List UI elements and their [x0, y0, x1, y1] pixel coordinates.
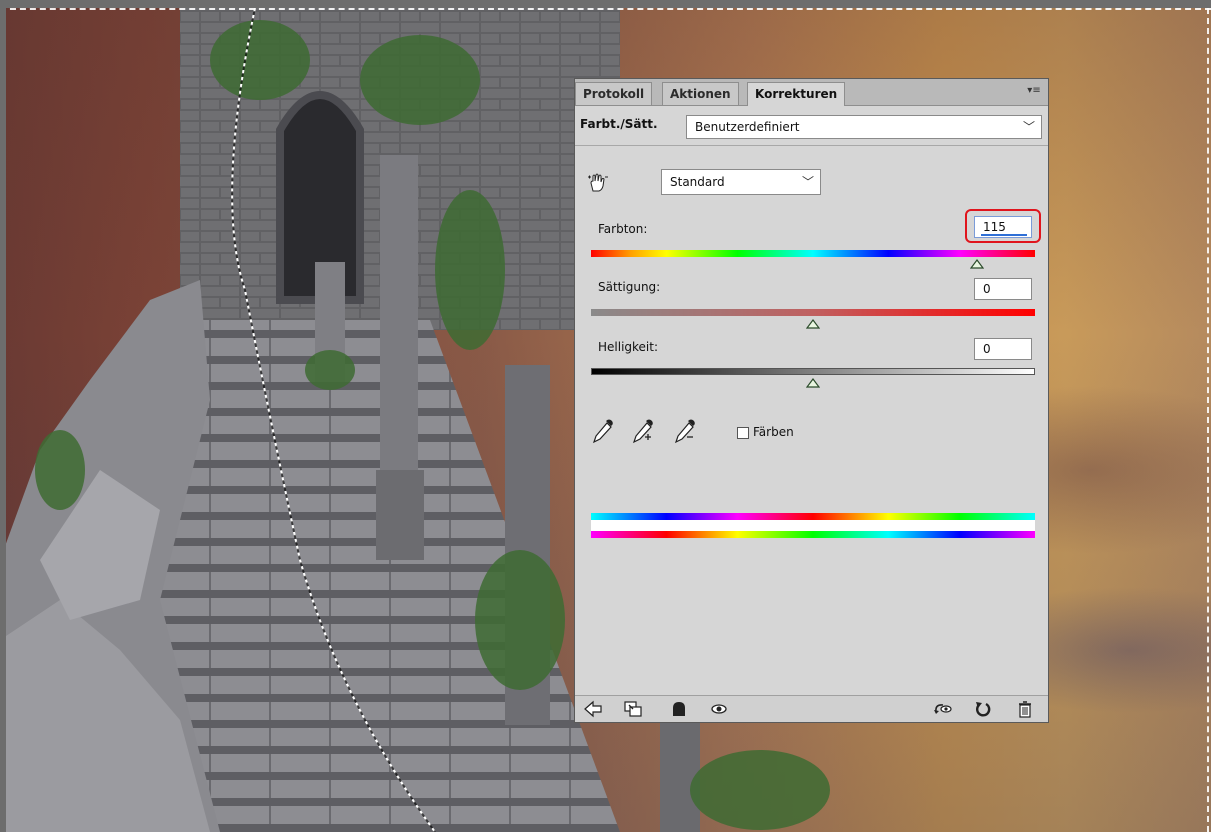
saturation-label: Sättigung:: [598, 280, 661, 294]
targeted-adjustment-hand-icon[interactable]: [587, 173, 609, 193]
lightness-slider-thumb[interactable]: [806, 378, 820, 388]
channel-value: Standard: [670, 175, 725, 189]
tab-aktionen[interactable]: Aktionen: [662, 82, 739, 105]
panel-tab-bar: Protokoll Aktionen Korrekturen ▾≡: [575, 79, 1048, 106]
output-color-bar: [591, 531, 1035, 538]
hue-slider-track[interactable]: [591, 250, 1035, 257]
adjustment-name: Farbt./Sätt.: [580, 117, 658, 131]
saturation-slider-track[interactable]: [591, 309, 1035, 316]
panel-menu-icon[interactable]: ▾≡: [1026, 85, 1042, 97]
back-arrow-icon[interactable]: [583, 700, 603, 718]
lightness-input[interactable]: 0: [974, 338, 1032, 360]
tab-korrekturen[interactable]: Korrekturen: [747, 82, 846, 106]
hue-slider-thumb[interactable]: [970, 259, 985, 269]
trash-icon[interactable]: [1015, 700, 1035, 718]
hue-value: 115: [983, 220, 1006, 234]
preset-value: Benutzerdefiniert: [695, 120, 800, 134]
saturation-value: 0: [983, 282, 991, 296]
marquee-right-edge: [1207, 8, 1209, 832]
previous-state-icon[interactable]: [933, 700, 953, 718]
lightness-label: Helligkeit:: [598, 340, 659, 354]
saturation-slider-thumb[interactable]: [806, 319, 820, 329]
input-color-bar: [591, 513, 1035, 520]
tab-protokoll[interactable]: Protokoll: [575, 82, 653, 105]
colorize-checkbox[interactable]: [737, 427, 749, 439]
marquee-top-edge: [0, 8, 1211, 10]
saturation-input[interactable]: 0: [974, 278, 1032, 300]
eye-icon[interactable]: [709, 700, 729, 718]
lightness-slider-track[interactable]: [591, 368, 1035, 375]
chevron-down-icon: ﹀: [1022, 120, 1035, 134]
adjustments-panel: Protokoll Aktionen Korrekturen ▾≡ Farbt.…: [574, 78, 1049, 723]
lightness-value: 0: [983, 342, 991, 356]
mask-visibility-icon[interactable]: [669, 700, 689, 718]
colorize-label: Färben: [753, 425, 794, 439]
eyedropper-plus-icon[interactable]: [631, 417, 655, 445]
hue-input[interactable]: 115: [974, 216, 1032, 238]
preset-select[interactable]: Benutzerdefiniert ﹀: [686, 115, 1042, 139]
hue-label: Farbton:: [598, 222, 648, 236]
pillar-4: [660, 705, 700, 832]
eyedropper-minus-icon[interactable]: [673, 417, 697, 445]
canvas-frame-left: [0, 0, 6, 832]
eyedropper-icon[interactable]: [591, 417, 615, 445]
panel-footer: [575, 695, 1048, 722]
canvas-frame-top: [0, 0, 1211, 8]
clip-to-layer-icon[interactable]: [623, 700, 643, 718]
text-cursor-underline: [981, 234, 1027, 236]
chevron-down-icon: ﹀: [801, 175, 814, 189]
channel-select[interactable]: Standard ﹀: [661, 169, 821, 195]
color-bar-divider: [591, 520, 1035, 531]
adjustment-header: Farbt./Sätt. Benutzerdefiniert ﹀: [575, 105, 1048, 146]
reset-icon[interactable]: [973, 700, 993, 718]
